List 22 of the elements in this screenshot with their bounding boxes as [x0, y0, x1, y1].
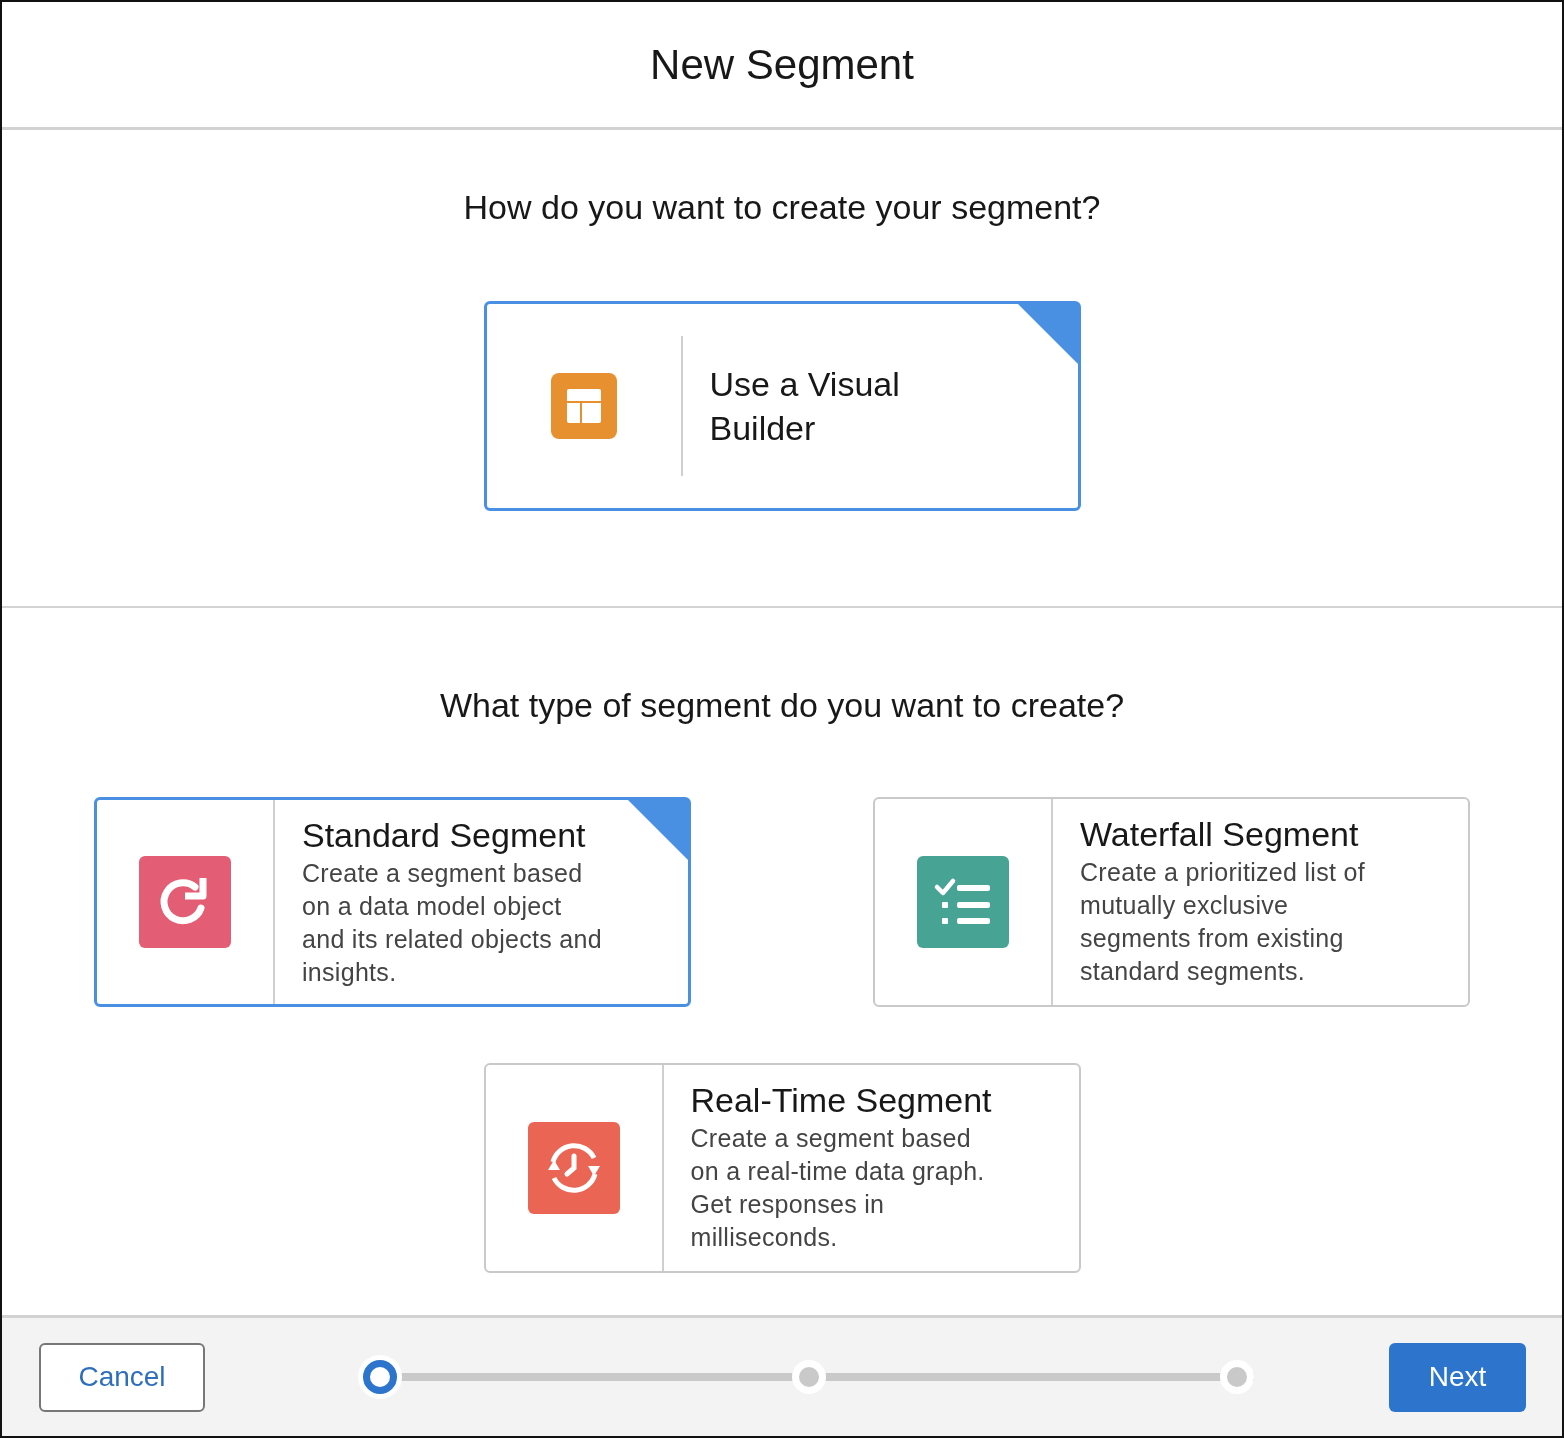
section-question: What type of segment do you want to create?: [439, 686, 1125, 725]
option-description: Create a segment based on a data model object and its related objects and insights.: [302, 858, 603, 988]
segment-type-card[interactable]: Real-Time Segment Create a segment based on a real-time data graph. Get responses in milliseconds.: [483, 1063, 1081, 1273]
option-title: Use a Visual Builder: [709, 364, 901, 449]
section-question: How do you want to create your segment?: [463, 188, 1101, 227]
option-title: Waterfall Segment: [1080, 815, 1360, 854]
cancel-button[interactable]: Cancel: [39, 1342, 205, 1412]
modal-title: New Segment: [650, 40, 914, 89]
option-card[interactable]: Use a Visual Builder: [483, 301, 1081, 511]
clock-sync-icon: [527, 1122, 620, 1214]
refresh-icon: [139, 856, 231, 948]
checklist-icon: [917, 856, 1009, 948]
option-description: Create a prioritized list of mutually exclusive segments from existing standard segments.: [1080, 857, 1366, 987]
segment-type-card[interactable]: Standard Segment Create a segment based on a data model object and its related objects and insights.: [94, 797, 691, 1007]
next-button[interactable]: Next: [1389, 1342, 1526, 1412]
option-title: Real-Time Segment: [690, 1081, 993, 1120]
option-description: Create a segment based on a real-time data graph. Get responses in milliseconds.: [690, 1123, 986, 1253]
selected-corner: [1016, 303, 1079, 365]
layout-icon: [550, 373, 617, 439]
option-title: Standard Segment: [302, 816, 587, 855]
segment-type-card[interactable]: Waterfall Segment Create a prioritized list of mutually exclusive segments from existing standard segments.: [873, 797, 1470, 1007]
selected-corner: [627, 799, 689, 861]
